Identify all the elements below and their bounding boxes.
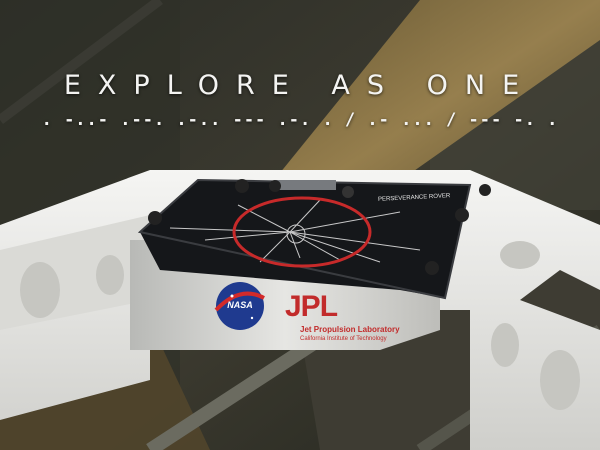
- nasa-logo: NASA: [227, 300, 253, 310]
- jpl-line1: Jet Propulsion Laboratory: [300, 325, 400, 334]
- photo-scene: EXPLORE AS ONE . -..- .--. .-.. --- .-. …: [0, 0, 600, 450]
- morse-code-text: . -..- .--. .-.. --- .-. . / .- ... / --…: [41, 110, 559, 130]
- rover-bracket-photo: [0, 0, 600, 450]
- headline-text: EXPLORE AS ONE: [63, 70, 537, 101]
- jpl-logo: JPL: [285, 290, 338, 323]
- jpl-line2: California Institute of Technology: [300, 336, 387, 342]
